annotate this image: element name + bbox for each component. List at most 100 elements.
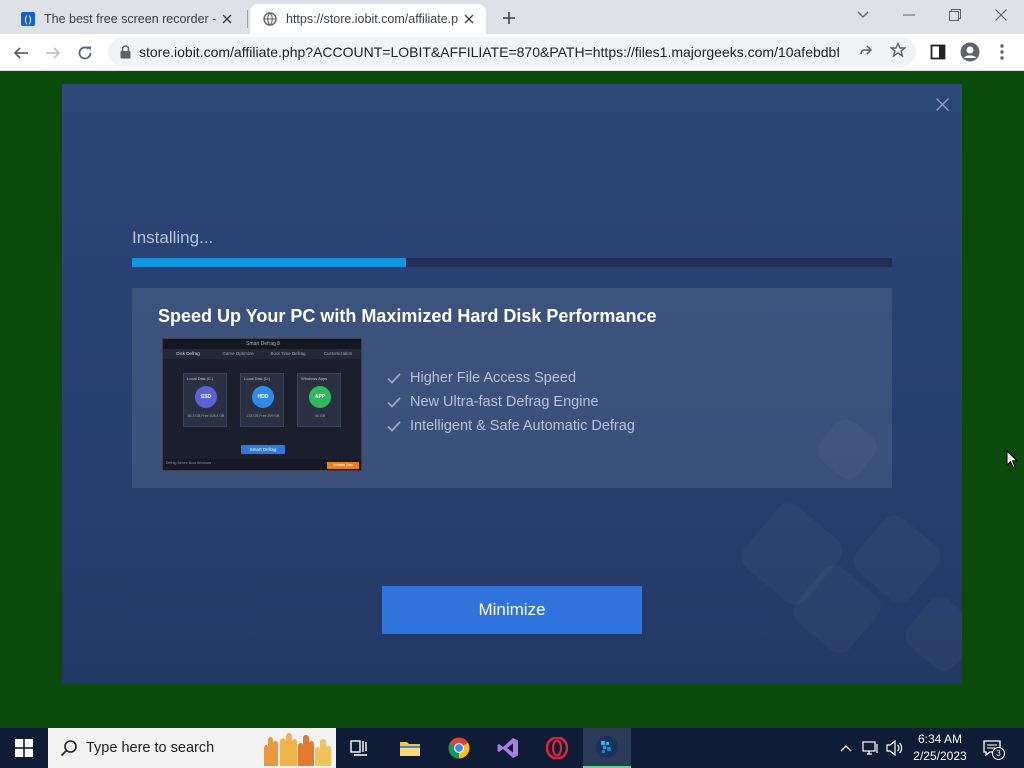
lock-icon[interactable] (120, 45, 131, 59)
feature-text: Higher File Access Speed (410, 370, 577, 386)
globe-icon (262, 11, 278, 27)
reload-icon (78, 46, 92, 60)
back-button[interactable] (6, 38, 36, 68)
arrow-right-icon (46, 47, 61, 59)
reload-button[interactable] (70, 38, 100, 68)
feature-text: New Ultra-fast Defrag Engine (410, 394, 599, 410)
restore-icon (949, 9, 961, 21)
close-icon (995, 9, 1007, 21)
bookmark-star-icon[interactable] (889, 41, 907, 59)
share-icon[interactable] (857, 41, 875, 59)
app-screenshot: Smart Defrag 8 Disk Defrag Game Optimize… (162, 338, 362, 471)
screenshot-tab: Customization (323, 351, 353, 356)
action-center-button[interactable]: 3 (980, 736, 1005, 760)
hdd-disc-icon: HDD (252, 386, 274, 408)
minimize-icon (903, 14, 915, 16)
arrow-left-icon (13, 47, 28, 59)
browser-toolbar: store.iobit.com/affiliate.php?ACCOUNT=LO… (0, 34, 1024, 71)
list-item: New Ultra-fast Defrag Engine (386, 390, 635, 414)
app-disc-icon: APP (309, 386, 331, 408)
windows-taskbar: Type here to search 6:34 AM 2/25/2023 3 (0, 728, 1024, 768)
system-clock[interactable]: 6:34 AM 2/25/2023 (904, 731, 976, 765)
volume-icon[interactable] (885, 738, 905, 758)
check-icon (386, 394, 402, 410)
windows-logo-icon (15, 739, 33, 757)
close-icon[interactable] (218, 10, 236, 28)
installer-dialog: Installing... Speed Up Your PC with Maxi… (62, 84, 962, 684)
tab-screen-recorder[interactable]: () The best free screen recorder - iT (8, 4, 244, 34)
close-window-button[interactable] (978, 0, 1024, 30)
progress-fill (132, 258, 406, 267)
page-background: Installing... Speed Up Your PC with Maxi… (0, 71, 1024, 728)
opera-icon (546, 737, 568, 759)
clock-time: 6:34 AM (917, 732, 963, 746)
search-highlight-illustration (258, 730, 334, 766)
screenshot-drive-ssd: Local Disk (C:) SSD 56.3 GB Free 105.4 G… (183, 373, 227, 427)
opera-button[interactable] (533, 728, 581, 768)
visual-studio-button[interactable] (484, 728, 532, 768)
screenshot-tabs: Disk Defrag Game Optimize Boot Time Defr… (163, 349, 361, 359)
promo-title: Speed Up Your PC with Maximized Hard Dis… (158, 306, 657, 326)
svg-text:(): () (24, 15, 32, 26)
new-tab-button[interactable] (497, 6, 521, 30)
tab-title: The best free screen recorder - iT (44, 12, 218, 26)
folder-icon (400, 742, 420, 756)
screenshot-drive-hdd: Local Disk (D:) HDD 218 GB Free 299 GB (240, 373, 284, 427)
network-icon[interactable] (861, 738, 881, 758)
feature-text: Intelligent & Safe Automatic Defrag (410, 418, 635, 434)
forward-button[interactable] (38, 38, 68, 68)
mouse-cursor-icon (1006, 449, 1019, 474)
search-icon (60, 739, 78, 757)
search-placeholder: Type here to search (86, 740, 215, 756)
chevron-down-icon (857, 11, 869, 18)
screenshot-tab: Boot Time Defrag (270, 351, 306, 356)
smart-defrag-icon (596, 736, 618, 758)
tab-title: https://store.iobit.com/affiliate.p (286, 12, 459, 26)
restore-window-button[interactable] (932, 0, 978, 30)
side-panel-icon[interactable] (924, 38, 952, 66)
dialog-close-button[interactable] (932, 94, 952, 114)
task-view-button[interactable] (336, 728, 384, 768)
visual-studio-icon (497, 738, 518, 758)
close-icon (935, 97, 949, 111)
blue-bracket-icon: () (20, 11, 36, 27)
url-text: store.iobit.com/affiliate.php?ACCOUNT=LO… (139, 44, 839, 60)
file-explorer-button[interactable] (386, 728, 434, 768)
smart-defrag-installer-button[interactable] (583, 728, 631, 768)
minimize-window-button[interactable] (886, 0, 932, 30)
decorative-shape (900, 592, 962, 677)
close-icon[interactable] (460, 10, 478, 28)
screenshot-tab: Game Optimize (222, 351, 254, 356)
progress-bar (132, 258, 892, 267)
chrome-icon (448, 737, 470, 759)
show-hidden-icons-button[interactable] (836, 738, 856, 758)
tab-separator (247, 10, 248, 28)
screenshot-smart-defrag-button: Smart Defrag (241, 445, 285, 454)
install-status: Installing... (132, 228, 214, 247)
check-icon (386, 418, 402, 434)
menu-dots-icon[interactable] (988, 38, 1016, 66)
list-item: Higher File Access Speed (386, 366, 635, 390)
minimize-button[interactable]: Minimize (382, 586, 642, 634)
taskbar-search-box[interactable]: Type here to search (48, 728, 336, 768)
task-view-icon (350, 740, 367, 756)
clock-date: 2/25/2023 (913, 749, 967, 763)
tab-iobit-affiliate[interactable]: https://store.iobit.com/affiliate.p (250, 4, 486, 34)
feature-list: Higher File Access Speed New Ultra-fast … (386, 366, 635, 438)
chrome-button[interactable] (435, 728, 483, 768)
plus-icon (503, 12, 515, 24)
chevron-up-icon (840, 745, 852, 752)
promo-panel: Speed Up Your PC with Maximized Hard Dis… (132, 288, 892, 488)
profile-avatar-icon[interactable] (956, 38, 984, 66)
screenshot-drive-app: Windows Apps APP 96 GB (297, 373, 341, 427)
tab-search-button[interactable] (840, 0, 886, 30)
list-item: Intelligent & Safe Automatic Defrag (386, 414, 635, 438)
ssd-disc-icon: SSD (195, 386, 217, 408)
start-button[interactable] (0, 728, 48, 768)
notification-count: 3 (992, 747, 1005, 760)
check-icon (386, 370, 402, 386)
browser-tabstrip: () The best free screen recorder - iT ht… (0, 0, 1024, 34)
screenshot-tab: Disk Defrag (176, 351, 200, 356)
screenshot-footer: Defrag Before Boot Windows Activate Now (163, 459, 361, 470)
address-bar[interactable]: store.iobit.com/affiliate.php?ACCOUNT=LO… (108, 37, 916, 67)
